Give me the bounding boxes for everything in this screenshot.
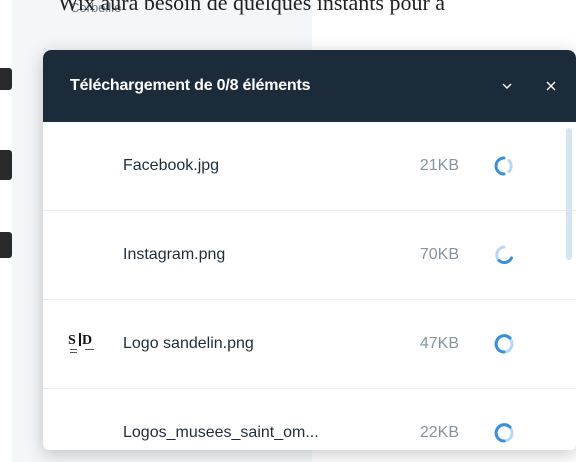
scrollbar-thumb[interactable] [566, 128, 572, 260]
left-strip-mark [0, 232, 12, 258]
file-name: Instagram.png [123, 246, 226, 263]
file-row: Logos_musees_saint_om... 22KB [43, 389, 576, 450]
file-name: Facebook.jpg [123, 157, 220, 174]
upload-file-list[interactable]: Facebook.jpg 21KB Instagram.png 70KB S D [43, 122, 576, 450]
file-thumbnail [43, 389, 123, 451]
file-size: 47KB [419, 335, 459, 352]
file-size: 22KB [419, 424, 459, 441]
file-size: 70KB [419, 246, 459, 263]
collapse-button[interactable] [494, 73, 520, 99]
file-thumbnail: S D [43, 300, 123, 389]
svg-text:S: S [68, 333, 76, 348]
spinner-icon [494, 423, 514, 443]
file-thumbnail [43, 211, 123, 300]
close-button[interactable] [538, 73, 564, 99]
file-name: Logo sandelin.png [123, 335, 254, 352]
spinner-icon [494, 334, 514, 354]
left-strip-mark [0, 68, 12, 90]
chevron-down-icon [502, 83, 512, 89]
file-row: S D Logo sandelin.png 47KB [43, 300, 576, 389]
file-size: 21KB [419, 157, 459, 174]
file-row: Facebook.jpg 21KB [43, 122, 576, 211]
file-row: Instagram.png 70KB [43, 211, 576, 300]
close-icon [546, 81, 556, 91]
svg-text:D: D [82, 333, 92, 348]
file-name: Logos_musees_saint_om... [123, 424, 319, 441]
upload-panel-title: Téléchargement de 0/8 éléments [70, 77, 311, 94]
upload-panel-header: Téléchargement de 0/8 éléments [43, 50, 576, 122]
file-thumbnail [43, 122, 123, 211]
spinner-icon [495, 245, 513, 264]
background-left-strip [0, 0, 12, 462]
background-notice-text: Wix aura besoin de quelques instants pou… [58, 0, 446, 15]
logo-sandelin-thumbnail: S D [68, 332, 94, 353]
upload-panel: Téléchargement de 0/8 éléments Facebook.… [43, 50, 576, 450]
spinner-icon [494, 156, 513, 176]
left-strip-mark [0, 150, 12, 180]
